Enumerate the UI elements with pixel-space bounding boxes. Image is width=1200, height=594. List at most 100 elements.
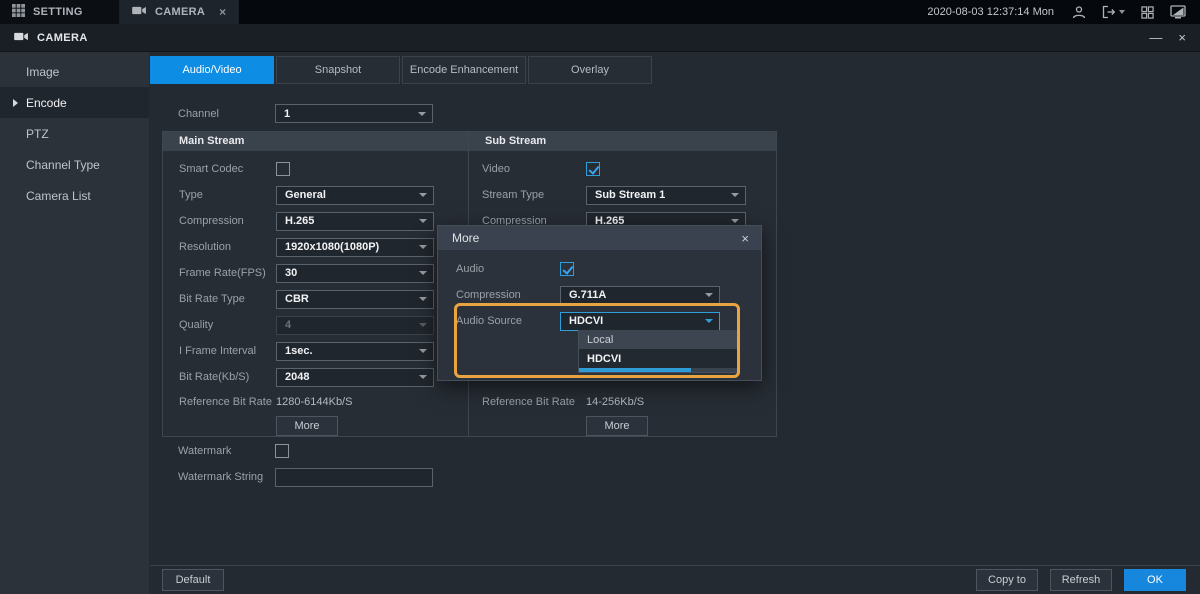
tab-encode-enhancement[interactable]: Encode Enhancement <box>402 56 526 84</box>
split-view-icon[interactable] <box>1141 6 1154 19</box>
chevron-right-icon <box>13 99 18 107</box>
horizontal-scrollbar <box>579 368 737 372</box>
sidebar-item-label: Encode <box>26 96 67 110</box>
sidebar: Image Encode PTZ Channel Type Camera Lis… <box>0 52 149 594</box>
smart-codec-label: Smart Codec <box>163 163 276 175</box>
watermark-checkbox[interactable] <box>275 444 289 458</box>
sidebar-item-encode[interactable]: Encode <box>0 87 149 118</box>
topbar-camera-tab[interactable]: CAMERA × <box>120 0 239 24</box>
field-row-audio: Audio <box>438 256 761 282</box>
option-local[interactable]: Local <box>579 330 737 349</box>
field-row-resolution: Resolution 1920x1080(1080P) <box>163 234 468 260</box>
video-label: Video <box>469 163 586 175</box>
frame-rate-select[interactable]: 30 <box>276 264 434 283</box>
sidebar-item-label: Camera List <box>26 189 91 203</box>
scrollbar-thumb[interactable] <box>579 368 691 372</box>
chevron-down-icon <box>419 219 427 223</box>
field-row-smart-codec: Smart Codec <box>163 156 468 182</box>
sidebar-item-label: PTZ <box>26 127 49 141</box>
audio-label: Audio <box>438 263 560 275</box>
topbar-camera-label: CAMERA <box>155 6 205 18</box>
audio-compression-select[interactable]: G.711A <box>560 286 720 305</box>
sidebar-item-channel-type[interactable]: Channel Type <box>0 149 149 180</box>
tab-label: Audio/Video <box>182 64 241 76</box>
ok-button[interactable]: OK <box>1124 569 1186 591</box>
quality-value: 4 <box>285 319 291 331</box>
footer-right-buttons: Copy to Refresh OK <box>976 569 1186 591</box>
chevron-down-icon <box>419 297 427 301</box>
resolution-label: Resolution <box>163 241 276 253</box>
bit-rate-value: 2048 <box>285 371 309 383</box>
reference-bit-rate-label: Reference Bit Rate <box>163 396 276 408</box>
close-icon[interactable]: × <box>219 5 226 19</box>
tab-overlay[interactable]: Overlay <box>528 56 652 84</box>
user-icon[interactable] <box>1072 5 1086 19</box>
topbar: SETTING CAMERA × 2020-08-03 12:37:14 Mon <box>0 0 1200 24</box>
camera-icon <box>14 29 29 47</box>
type-select[interactable]: General <box>276 186 434 205</box>
minimize-icon[interactable]: — <box>1149 30 1162 45</box>
bit-rate-type-select[interactable]: CBR <box>276 290 434 309</box>
chevron-down-icon <box>419 271 427 275</box>
main-stream-more-button[interactable]: More <box>276 416 338 436</box>
sidebar-item-image[interactable]: Image <box>0 56 149 87</box>
field-row-quality: Quality 4 <box>163 312 468 338</box>
sidebar-item-ptz[interactable]: PTZ <box>0 118 149 149</box>
topbar-setting-label: SETTING <box>33 6 83 18</box>
compression-value: H.265 <box>285 215 314 227</box>
close-icon[interactable]: × <box>1178 30 1186 45</box>
topbar-setting-tab[interactable]: SETTING <box>0 0 120 24</box>
frame-rate-value: 30 <box>285 267 297 279</box>
watermark-string-row: Watermark String <box>162 464 433 490</box>
field-row-i-frame-interval: I Frame Interval 1sec. <box>163 338 468 364</box>
field-row-frame-rate: Frame Rate(FPS) 30 <box>163 260 468 286</box>
tab-snapshot[interactable]: Snapshot <box>276 56 400 84</box>
watermark-string-input[interactable] <box>275 468 433 487</box>
display-icon[interactable] <box>1170 5 1186 19</box>
field-row-audio-compression: Compression G.711A <box>438 282 761 308</box>
field-row-compression: Compression H.265 <box>163 208 468 234</box>
chevron-down-icon <box>419 245 427 249</box>
bit-rate-select[interactable]: 2048 <box>276 368 434 387</box>
audio-compression-value: G.711A <box>569 289 606 301</box>
logout-icon[interactable] <box>1102 5 1125 19</box>
main-stream-header: Main Stream <box>163 132 468 151</box>
type-label: Type <box>163 189 276 201</box>
field-row-reference-bit-rate: Reference Bit Rate 1280-6144Kb/S <box>163 390 468 414</box>
quality-select: 4 <box>276 316 434 335</box>
bit-rate-type-label: Bit Rate Type <box>163 293 276 305</box>
option-hdcvi[interactable]: HDCVI <box>579 349 737 368</box>
tab-audio-video[interactable]: Audio/Video <box>150 56 274 84</box>
field-row-type: Type General <box>163 182 468 208</box>
sidebar-item-camera-list[interactable]: Camera List <box>0 180 149 211</box>
chevron-down-icon <box>731 219 739 223</box>
audio-source-label: Audio Source <box>438 315 560 327</box>
sub-stream-more-button[interactable]: More <box>586 416 648 436</box>
field-row-sub-reference-bit-rate: Reference Bit Rate 14-256Kb/S <box>469 390 776 414</box>
refresh-button[interactable]: Refresh <box>1050 569 1112 591</box>
audio-source-select[interactable]: HDCVI <box>560 312 720 331</box>
chevron-down-icon <box>419 375 427 379</box>
sub-reference-bit-rate-value: 14-256Kb/S <box>586 396 644 408</box>
video-checkbox[interactable] <box>586 162 600 176</box>
copy-to-button[interactable]: Copy to <box>976 569 1038 591</box>
channel-select[interactable]: 1 <box>275 104 433 123</box>
chevron-down-icon <box>1119 10 1125 14</box>
frame-rate-label: Frame Rate(FPS) <box>163 267 276 279</box>
audio-checkbox[interactable] <box>560 262 574 276</box>
resolution-select[interactable]: 1920x1080(1080P) <box>276 238 434 257</box>
field-row-bit-rate: Bit Rate(Kb/S) 2048 <box>163 364 468 390</box>
stream-type-select[interactable]: Sub Stream 1 <box>586 186 746 205</box>
type-value: General <box>285 189 326 201</box>
bit-rate-type-value: CBR <box>285 293 309 305</box>
camera-settings-screen: SETTING CAMERA × 2020-08-03 12:37:14 Mon <box>0 0 1200 594</box>
compression-select[interactable]: H.265 <box>276 212 434 231</box>
more-dialog-title: More <box>452 231 479 245</box>
chevron-down-icon <box>418 112 426 116</box>
close-icon[interactable]: × <box>741 231 749 246</box>
compression-label: Compression <box>163 215 276 227</box>
i-frame-interval-select[interactable]: 1sec. <box>276 342 434 361</box>
smart-codec-checkbox[interactable] <box>276 162 290 176</box>
watermark-row: Watermark <box>162 438 289 464</box>
default-button[interactable]: Default <box>162 569 224 591</box>
